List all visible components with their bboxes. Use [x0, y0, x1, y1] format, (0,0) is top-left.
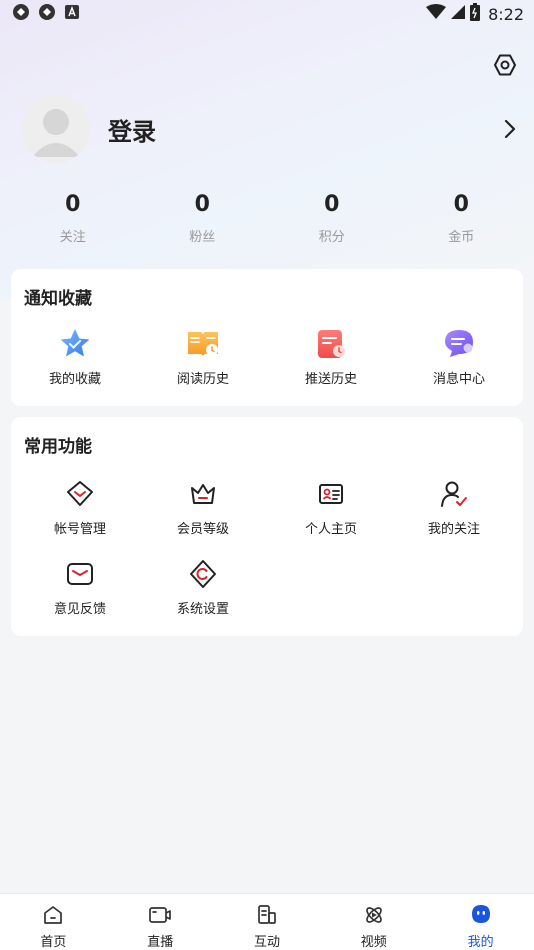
grid-item-label: 会员等级 [176, 522, 229, 537]
stat-value: 0 [65, 192, 81, 217]
nav-mine[interactable]: 我的 [427, 894, 534, 950]
grid-item-label: 消息中心 [432, 372, 485, 387]
stat-points[interactable]: 0 积分 [267, 190, 397, 246]
grid-item-read-history[interactable]: 阅读历史 [139, 327, 267, 387]
status-time: 8:22 [488, 4, 524, 24]
nav-video[interactable]: 视频 [320, 894, 427, 950]
battery-icon [470, 3, 481, 25]
grid-item-label: 我的收藏 [48, 372, 101, 387]
signal-icon [450, 4, 466, 24]
status-bar: 8:22 [0, 0, 534, 28]
nav-label: 我的 [467, 935, 494, 950]
notify-section-title: 通知收藏 [24, 289, 92, 309]
follow-icon [437, 477, 471, 511]
stat-label: 金币 [448, 230, 475, 245]
notify-card: 通知收藏 我的收藏 阅读历史 推送历史 消息中心 [11, 269, 523, 406]
grid-item-account[interactable]: 帐号管理 [16, 477, 144, 537]
mail-icon [63, 557, 97, 591]
video-icon [362, 903, 386, 927]
grid-item-push-history[interactable]: 推送历史 [267, 327, 395, 387]
live-icon [148, 903, 172, 927]
mine-icon [469, 903, 493, 927]
star-icon [58, 327, 92, 361]
grid-item-label: 阅读历史 [176, 372, 229, 387]
chevron-right-icon[interactable] [500, 119, 520, 139]
grid-item-membership[interactable]: 会员等级 [139, 477, 267, 537]
nav-label: 首页 [40, 935, 67, 950]
app-notification-icon [12, 3, 30, 25]
account-icon [63, 477, 97, 511]
nav-label: 直播 [147, 935, 174, 950]
message-icon [442, 327, 476, 361]
grid-item-label: 帐号管理 [53, 522, 106, 537]
nav-label: 互动 [253, 935, 280, 950]
grid-item-favorites[interactable]: 我的收藏 [11, 327, 139, 387]
book-history-icon [186, 327, 220, 361]
notification-icons [12, 3, 80, 25]
interact-icon [255, 903, 279, 927]
grid-item-label: 意见反馈 [53, 602, 106, 617]
grid-item-my-follows[interactable]: 我的关注 [390, 477, 518, 537]
stat-value: 0 [194, 192, 210, 217]
grid-item-feedback[interactable]: 意见反馈 [16, 557, 144, 617]
stat-fans[interactable]: 0 粉丝 [138, 190, 268, 246]
wifi-icon [426, 4, 447, 24]
push-history-icon [314, 327, 348, 361]
functions-section-title: 常用功能 [24, 437, 92, 457]
a-notification-icon [64, 4, 80, 24]
app-notification-icon [38, 3, 56, 25]
grid-item-system-settings[interactable]: 系统设置 [139, 557, 267, 617]
grid-item-label: 我的关注 [427, 522, 480, 537]
bottom-nav: 首页 直播 互动 视频 我的 [0, 893, 534, 950]
nav-interact[interactable]: 互动 [214, 894, 321, 950]
settings-button[interactable] [492, 54, 518, 80]
login-label[interactable]: 登录 [108, 112, 156, 147]
stat-value: 0 [453, 192, 469, 217]
stat-label: 积分 [318, 230, 345, 245]
grid-item-homepage[interactable]: 个人主页 [267, 477, 395, 537]
settings-hex-icon [493, 53, 517, 81]
stat-label: 粉丝 [189, 230, 216, 245]
stat-value: 0 [324, 192, 340, 217]
default-avatar-icon [32, 109, 80, 157]
grid-item-label: 推送历史 [304, 372, 357, 387]
home-icon [41, 903, 65, 927]
crown-icon [186, 477, 220, 511]
stat-follow[interactable]: 0 关注 [8, 190, 138, 246]
profile-row[interactable]: 登录 [22, 95, 520, 163]
nav-home[interactable]: 首页 [0, 894, 107, 950]
functions-card: 常用功能 帐号管理 会员等级 个人主页 我的关注 意见反馈 系统设置 [11, 417, 523, 636]
settings-icon [186, 557, 220, 591]
stats-row: 0 关注 0 粉丝 0 积分 0 金币 [8, 190, 526, 246]
nav-live[interactable]: 直播 [107, 894, 214, 950]
grid-item-message-center[interactable]: 消息中心 [395, 327, 523, 387]
grid-item-label: 系统设置 [176, 602, 229, 617]
stat-coins[interactable]: 0 金币 [397, 190, 527, 246]
id-card-icon [314, 477, 348, 511]
stat-label: 关注 [59, 230, 86, 245]
grid-item-label: 个人主页 [304, 522, 357, 537]
avatar[interactable] [22, 95, 90, 163]
nav-label: 视频 [360, 935, 387, 950]
